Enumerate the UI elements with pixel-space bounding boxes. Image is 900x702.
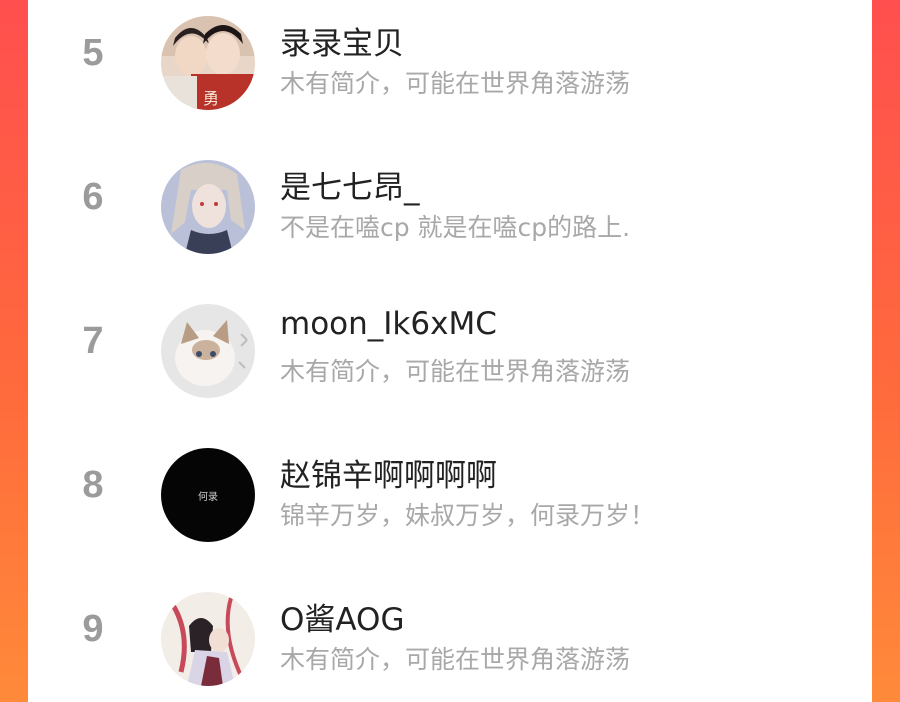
avatar-image: [161, 592, 255, 686]
user-bio: 不是在嗑cp 就是在嗑cp的路上.: [280, 213, 631, 242]
avatar-image: [161, 304, 255, 398]
user-name[interactable]: 赵锦辛啊啊啊啊: [280, 450, 497, 495]
avatar-image: 勇: [161, 16, 255, 110]
user-name[interactable]: 录录宝贝: [280, 18, 404, 63]
list-item[interactable]: 5 勇 录录宝贝 木有简介，可能在世界角落游荡: [28, 6, 872, 116]
rank-number: 5: [82, 32, 104, 74]
user-bio: 锦辛万岁，妹叔万岁，何录万岁！: [280, 501, 656, 530]
avatar[interactable]: [161, 592, 255, 686]
avatar-caption: 何录: [198, 490, 218, 503]
avatar[interactable]: 勇: [161, 16, 255, 110]
list-item[interactable]: 9 O酱AOG 木有简介，可能在世界角落游荡: [28, 582, 872, 692]
avatar-image: [161, 160, 255, 254]
avatar[interactable]: 何录: [161, 448, 255, 542]
rank-number: 6: [82, 176, 104, 218]
list-item[interactable]: 8 何录 赵锦辛啊啊啊啊 锦辛万岁，妹叔万岁，何录万岁！: [28, 438, 872, 548]
avatar-image: 何录: [161, 448, 255, 542]
avatar[interactable]: [161, 160, 255, 254]
svg-text:勇: 勇: [203, 89, 219, 108]
list-item[interactable]: 6 是七七昂_ 不是在嗑cp 就是在嗑cp的路上.: [28, 150, 872, 260]
avatar[interactable]: [161, 304, 255, 398]
ranking-card: 5 勇 录录宝贝 木有简介，可能在世界角落游荡 6 是七七昂_ 不是在嗑cp 就…: [28, 0, 872, 702]
rank-number: 7: [82, 320, 104, 362]
rank-number: 8: [82, 464, 104, 506]
rank-number: 9: [82, 608, 104, 650]
user-name[interactable]: moon_Ik6xMC: [280, 306, 497, 342]
user-bio: 木有简介，可能在世界角落游荡: [280, 645, 631, 674]
user-bio: 木有简介，可能在世界角落游荡: [280, 357, 631, 386]
user-name[interactable]: O酱AOG: [280, 594, 404, 639]
list-item[interactable]: 7 moon_Ik6xMC 木有简介，可能在世界角落游荡: [28, 294, 872, 404]
user-name[interactable]: 是七七昂_: [280, 162, 420, 207]
user-bio: 木有简介，可能在世界角落游荡: [280, 69, 631, 98]
